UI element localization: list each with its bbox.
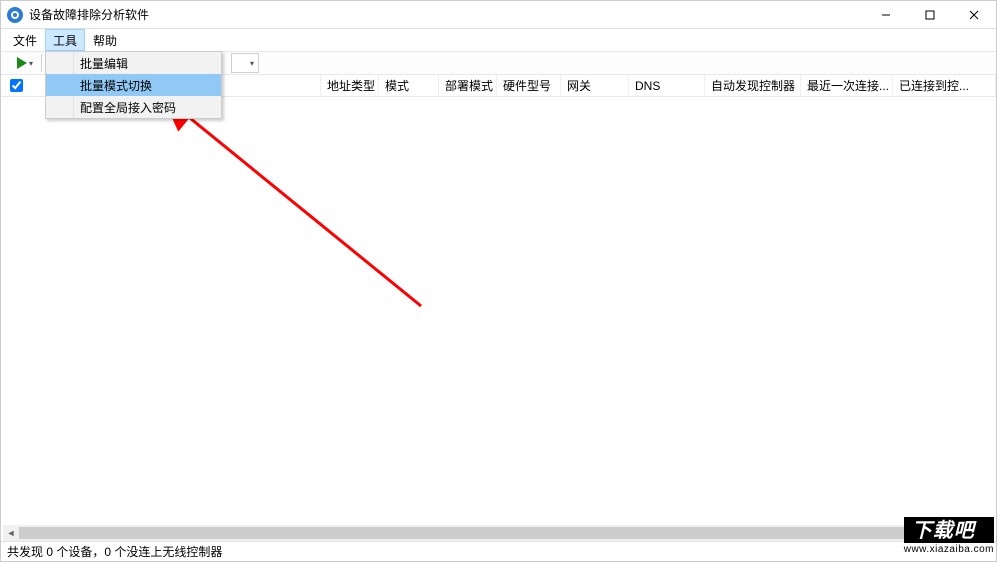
scroll-left-button[interactable]: ◄ bbox=[3, 525, 19, 541]
toolbar-combo-2[interactable]: ▾ bbox=[231, 53, 259, 73]
column-hardware-model[interactable]: 硬件型号 bbox=[497, 75, 561, 96]
maximize-button[interactable] bbox=[908, 1, 952, 29]
menu-help[interactable]: 帮助 bbox=[85, 29, 125, 51]
column-deploy-mode[interactable]: 部署模式 bbox=[439, 75, 497, 96]
column-mode[interactable]: 模式 bbox=[379, 75, 439, 96]
grid-body bbox=[1, 97, 996, 525]
column-auto-discover[interactable]: 自动发现控制器 bbox=[705, 75, 801, 96]
chevron-down-icon: ▾ bbox=[250, 59, 254, 68]
dropdown-item-batch-edit[interactable]: 批量编辑 bbox=[46, 52, 221, 74]
window-controls bbox=[864, 1, 996, 29]
dropdown-item-batch-mode-switch[interactable]: 批量模式切换 bbox=[46, 74, 221, 96]
app-icon bbox=[7, 7, 23, 23]
titlebar: 设备故障排除分析软件 bbox=[1, 1, 996, 29]
minimize-button[interactable] bbox=[864, 1, 908, 29]
scroll-track[interactable] bbox=[19, 525, 978, 541]
select-all-checkbox[interactable] bbox=[10, 79, 23, 92]
watermark: 下载吧 www.xiazaiba.com bbox=[904, 517, 994, 555]
close-button[interactable] bbox=[952, 1, 996, 29]
select-all-cell[interactable] bbox=[1, 79, 31, 92]
toolbar-divider bbox=[41, 54, 42, 72]
column-last-connect[interactable]: 最近一次连接... bbox=[801, 75, 893, 96]
column-gateway[interactable]: 网关 bbox=[561, 75, 629, 96]
horizontal-scrollbar[interactable]: ◄ ► bbox=[3, 525, 994, 541]
window-title: 设备故障排除分析软件 bbox=[29, 6, 149, 23]
column-address-type[interactable]: 地址类型 bbox=[321, 75, 379, 96]
column-connected-to[interactable]: 已连接到控... bbox=[893, 75, 996, 96]
column-dns[interactable]: DNS bbox=[629, 75, 705, 96]
statusbar: 共发现 0 个设备，0 个没连上无线控制器 bbox=[1, 541, 996, 561]
play-button[interactable]: ▾ bbox=[13, 57, 37, 69]
watermark-logo: 下载吧 bbox=[904, 517, 994, 543]
menu-file[interactable]: 文件 bbox=[5, 29, 45, 51]
watermark-url: www.xiazaiba.com bbox=[904, 544, 994, 555]
dropdown-item-global-password[interactable]: 配置全局接入密码 bbox=[46, 96, 221, 118]
status-text: 共发现 0 个设备，0 个没连上无线控制器 bbox=[7, 543, 222, 560]
menubar: 文件 工具 帮助 bbox=[1, 29, 996, 51]
tools-dropdown: 批量编辑 批量模式切换 配置全局接入密码 bbox=[45, 51, 222, 119]
scroll-thumb[interactable] bbox=[19, 527, 940, 539]
menu-tools[interactable]: 工具 bbox=[45, 29, 85, 51]
